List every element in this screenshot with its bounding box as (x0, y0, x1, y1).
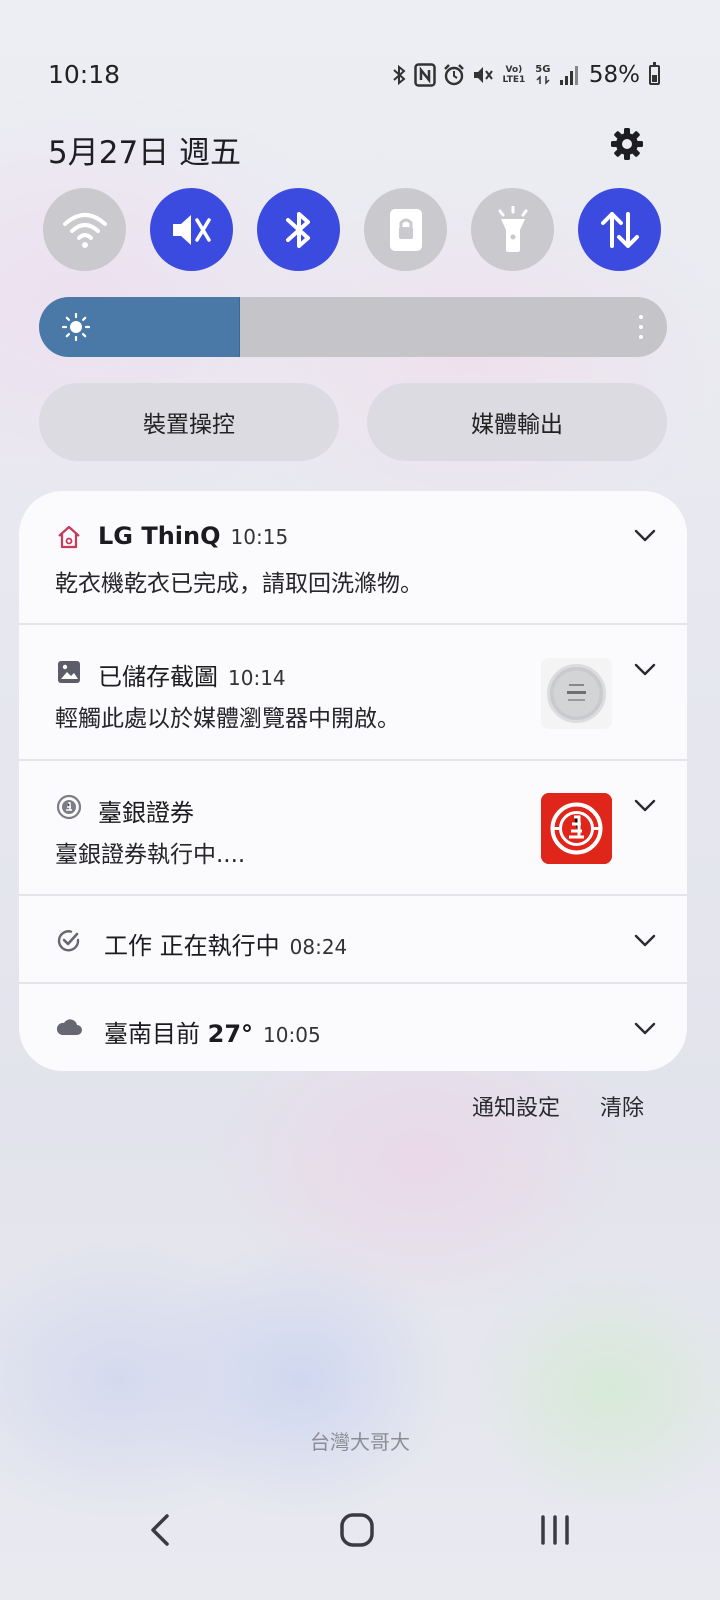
expand-chevron-icon[interactable] (633, 524, 657, 548)
cloud-icon (55, 1013, 83, 1041)
signal-icon (559, 62, 579, 88)
notification-time: 08:24 (289, 935, 348, 959)
gear-icon (611, 128, 643, 160)
notification-body: 臺銀證券執行中.... (55, 842, 246, 868)
flashlight-icon (498, 205, 527, 252)
wifi-icon (62, 212, 107, 248)
rotation-lock-icon (389, 208, 422, 251)
sound-toggle[interactable] (150, 188, 233, 271)
bluetooth-toggle[interactable] (257, 188, 340, 271)
mute-icon (472, 62, 494, 88)
notification-bank-securities[interactable]: 臺銀證券 臺銀證券執行中.... (19, 762, 687, 896)
notification-app-name: LG ThinQ 10:15 (98, 522, 288, 550)
brightness-icon (61, 312, 91, 342)
navigation-bar (0, 1500, 720, 1560)
back-icon (151, 1514, 169, 1546)
nfc-icon (414, 62, 436, 88)
status-time: 10:18 (48, 60, 121, 89)
notification-lg-thinq[interactable]: LG ThinQ 10:15 乾衣機乾衣已完成，請取回洗滌物。 (19, 491, 687, 625)
home-nav-icon (340, 1513, 374, 1547)
notification-work-running[interactable]: 工作 正在執行中 08:24 (19, 897, 687, 984)
notification-panel: LG ThinQ 10:15 乾衣機乾衣已完成，請取回洗滌物。 已儲存截圖 10:1… (19, 491, 687, 1071)
more-options-icon[interactable] (633, 311, 649, 343)
network-tag: 5G (535, 64, 551, 75)
notification-app-name: 工作 正在執行中 08:24 (104, 926, 347, 961)
notification-weather[interactable]: 臺南目前 27° 10:05 (19, 985, 687, 1071)
settings-button[interactable] (605, 122, 649, 166)
notification-body: 乾衣機乾衣已完成，請取回洗滌物。 (55, 571, 423, 597)
home-icon (55, 523, 83, 551)
battery-icon (649, 62, 660, 85)
expand-chevron-icon[interactable] (633, 794, 657, 818)
notification-app-name: 臺銀證券 (98, 799, 194, 827)
mobile-data-toggle[interactable] (578, 188, 661, 271)
notification-title: LG ThinQ (98, 522, 221, 550)
notification-time: 10:14 (228, 666, 286, 690)
notification-title: 已儲存截圖 (98, 663, 218, 691)
weather-temperature: 27° (207, 1020, 254, 1048)
screenshot-thumbnail[interactable] (541, 658, 612, 729)
notification-body: 輕觸此處以於媒體瀏覽器中開啟。 (55, 706, 400, 732)
notification-time: 10:05 (263, 1023, 321, 1047)
expand-chevron-icon[interactable] (633, 929, 657, 953)
rotation-lock-toggle[interactable] (364, 188, 447, 271)
home-button[interactable] (327, 1500, 387, 1560)
bank-app-thumbnail[interactable] (541, 793, 612, 864)
weather-location: 臺南目前 (104, 1020, 208, 1048)
bluetooth-icon (285, 211, 310, 248)
alarm-icon (443, 62, 465, 88)
notification-app-name: 臺南目前 27° 10:05 (104, 1014, 321, 1049)
bank-logo-icon (55, 793, 83, 821)
notification-footer: 通知設定 清除 (472, 1090, 644, 1122)
bluetooth-icon (391, 62, 407, 88)
carrier-label: 台灣大哥大 (310, 1430, 410, 1454)
battery-percent: 58% (588, 62, 640, 88)
5g-icon: 5G (534, 62, 552, 88)
back-button[interactable] (130, 1500, 190, 1560)
mute-icon (172, 214, 211, 245)
status-icons: Vo) LTE1 5G 58% (391, 60, 660, 90)
notification-app-name: 已儲存截圖 10:14 (98, 657, 286, 692)
notification-title: 工作 正在執行中 (104, 932, 280, 960)
data-transfer-icon (600, 211, 639, 248)
wifi-toggle[interactable] (43, 188, 126, 271)
notification-time: 10:15 (230, 525, 289, 549)
date-label: 5月27日 週五 (48, 135, 242, 171)
image-icon (55, 658, 83, 686)
device-control-button[interactable]: 裝置操控 (39, 383, 339, 461)
media-output-button[interactable]: 媒體輸出 (367, 383, 667, 461)
recents-button[interactable] (525, 1500, 585, 1560)
clear-all-link[interactable]: 清除 (600, 1090, 644, 1122)
quick-settings-toggles (43, 188, 663, 272)
brightness-slider[interactable] (39, 297, 667, 357)
volte-icon: Vo) LTE1 (502, 65, 526, 85)
expand-chevron-icon[interactable] (633, 658, 657, 682)
flashlight-toggle[interactable] (471, 188, 554, 271)
status-bar: 10:18 Vo) LTE1 5G 58% (0, 0, 720, 110)
task-check-icon (55, 927, 83, 955)
notification-settings-link[interactable]: 通知設定 (472, 1090, 560, 1122)
notification-screenshot[interactable]: 已儲存截圖 10:14 輕觸此處以於媒體瀏覽器中開啟。 (19, 626, 687, 761)
battery-fill (652, 74, 657, 82)
expand-chevron-icon[interactable] (633, 1017, 657, 1041)
recents-icon (541, 1515, 569, 1545)
